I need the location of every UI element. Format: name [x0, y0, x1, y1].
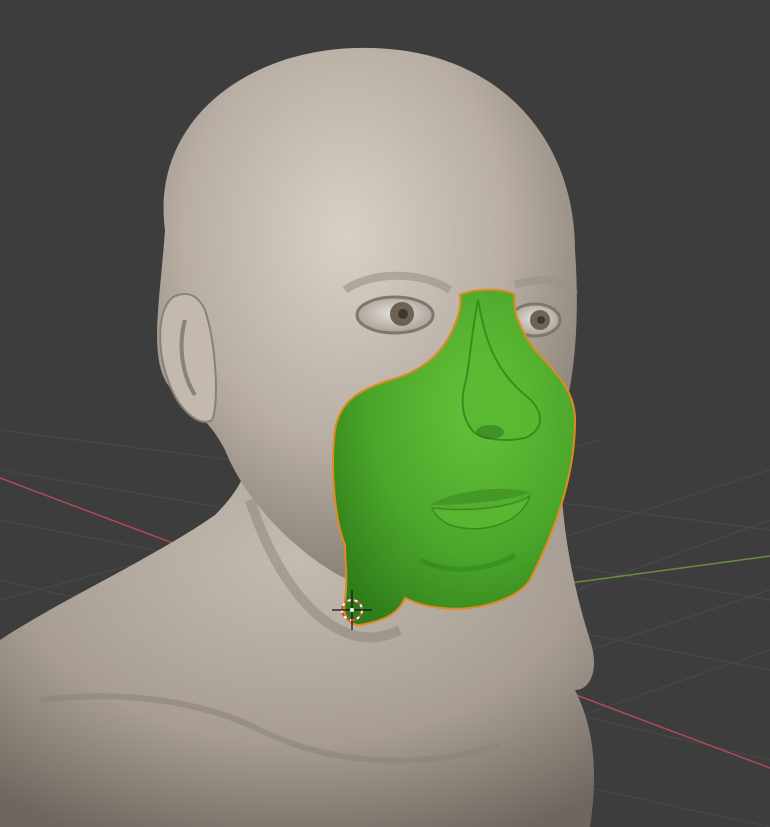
3d-viewport[interactable]	[0, 0, 770, 827]
viewport-canvas[interactable]	[0, 0, 770, 827]
pupil-right-center	[537, 316, 545, 324]
pupil-left-center	[398, 309, 408, 319]
nostril	[476, 425, 504, 439]
